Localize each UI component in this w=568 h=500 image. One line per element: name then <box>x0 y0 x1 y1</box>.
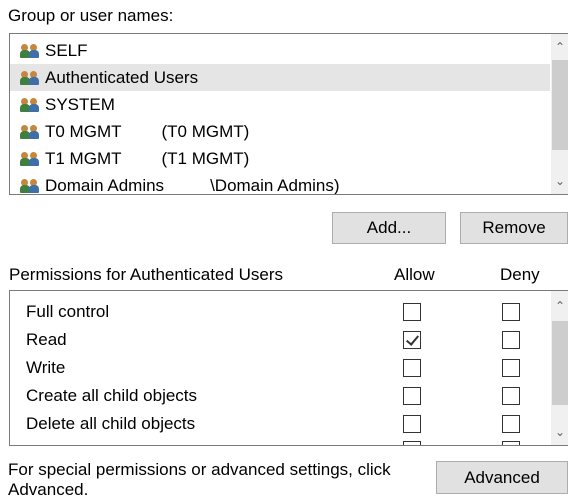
redaction <box>164 176 211 194</box>
group-user-names-label: Group or user names: <box>8 6 174 25</box>
deny-checkbox[interactable] <box>502 441 520 445</box>
permission-name: Write <box>26 358 66 377</box>
users-icon <box>20 70 42 86</box>
user-row-t0-mgmt[interactable]: T0 MGMT (T0 MGMT) <box>10 118 550 145</box>
permission-row-read: Read <box>10 326 550 354</box>
permission-name: Read <box>26 330 67 349</box>
remove-button[interactable]: Remove <box>460 212 568 244</box>
allow-checkbox[interactable] <box>403 387 421 405</box>
allow-checkbox[interactable] <box>403 331 421 349</box>
permissions-header: Permissions for Authenticated Users <box>9 265 284 284</box>
user-row-t1-mgmt[interactable]: T1 MGMT (T1 MGMT) <box>10 145 550 172</box>
permission-row-delete-child: Delete all child objects <box>10 410 550 438</box>
deny-checkbox[interactable] <box>502 387 520 405</box>
allow-checkbox[interactable] <box>403 415 421 433</box>
permission-name: Delete all child objects <box>26 414 196 433</box>
scroll-down-icon[interactable]: ⌄ <box>551 423 568 441</box>
user-name: SYSTEM <box>45 95 115 114</box>
user-detail: (T0 MGMT) <box>161 122 250 141</box>
scroll-thumb[interactable] <box>552 60 568 150</box>
scroll-up-icon[interactable]: ⌃ <box>551 38 568 56</box>
user-name: SELF <box>45 41 88 60</box>
allow-checkbox[interactable] <box>403 359 421 377</box>
advanced-button[interactable]: Advanced <box>436 461 568 494</box>
scroll-up-icon[interactable]: ⌃ <box>551 297 568 315</box>
user-name: Domain Admins <box>45 176 165 195</box>
footer-line-1: For special permissions or advanced sett… <box>8 460 391 479</box>
add-button[interactable]: Add... <box>332 212 446 244</box>
user-detail: (T1 MGMT) <box>161 149 250 168</box>
footer-help-text: For special permissions or advanced sett… <box>8 460 391 500</box>
users-icon <box>20 43 42 59</box>
users-icon <box>20 178 42 194</box>
users-icon <box>20 97 42 113</box>
user-detail: \Domain Admins) <box>210 176 340 195</box>
deny-checkbox[interactable] <box>502 415 520 433</box>
scroll-thumb[interactable] <box>552 321 568 405</box>
permission-row-full-control: Full control <box>10 298 550 326</box>
deny-checkbox[interactable] <box>502 331 520 349</box>
users-icon <box>20 151 42 167</box>
deny-checkbox[interactable] <box>502 303 520 321</box>
permission-name: Full control <box>26 302 110 321</box>
allow-checkbox[interactable] <box>403 303 421 321</box>
users-icon <box>20 124 42 140</box>
redaction <box>121 149 162 168</box>
scroll-down-icon[interactable]: ⌄ <box>551 172 568 190</box>
permission-name: Create all child objects <box>26 386 198 405</box>
permissions-list[interactable]: Full control Read Write Create all child… <box>9 290 568 446</box>
user-list-scrollbar[interactable]: ⌃ ⌄ <box>551 34 568 194</box>
allow-checkbox[interactable] <box>403 441 421 445</box>
user-row-domain-admins[interactable]: Domain Admins \Domain Admins) <box>10 172 550 195</box>
user-name: T0 MGMT <box>45 122 122 141</box>
redaction <box>121 122 162 141</box>
deny-column-label: Deny <box>500 265 540 284</box>
user-name: T1 MGMT <box>45 149 122 168</box>
allow-column-label: Allow <box>394 265 435 284</box>
user-list[interactable]: SELF Authenticated Users SYSTEM T0 MGMT … <box>9 33 568 195</box>
permission-row-create-child: Create all child objects <box>10 382 550 410</box>
user-name: Authenticated Users <box>45 68 199 87</box>
user-row-self[interactable]: SELF <box>10 37 550 64</box>
permissions-scrollbar[interactable]: ⌃ ⌄ <box>551 291 568 445</box>
deny-checkbox[interactable] <box>502 359 520 377</box>
user-row-system[interactable]: SYSTEM <box>10 91 550 118</box>
permission-row-write: Write <box>10 354 550 382</box>
footer-line-2: Advanced. <box>8 480 89 499</box>
user-row-authenticated-users[interactable]: Authenticated Users <box>10 64 550 91</box>
